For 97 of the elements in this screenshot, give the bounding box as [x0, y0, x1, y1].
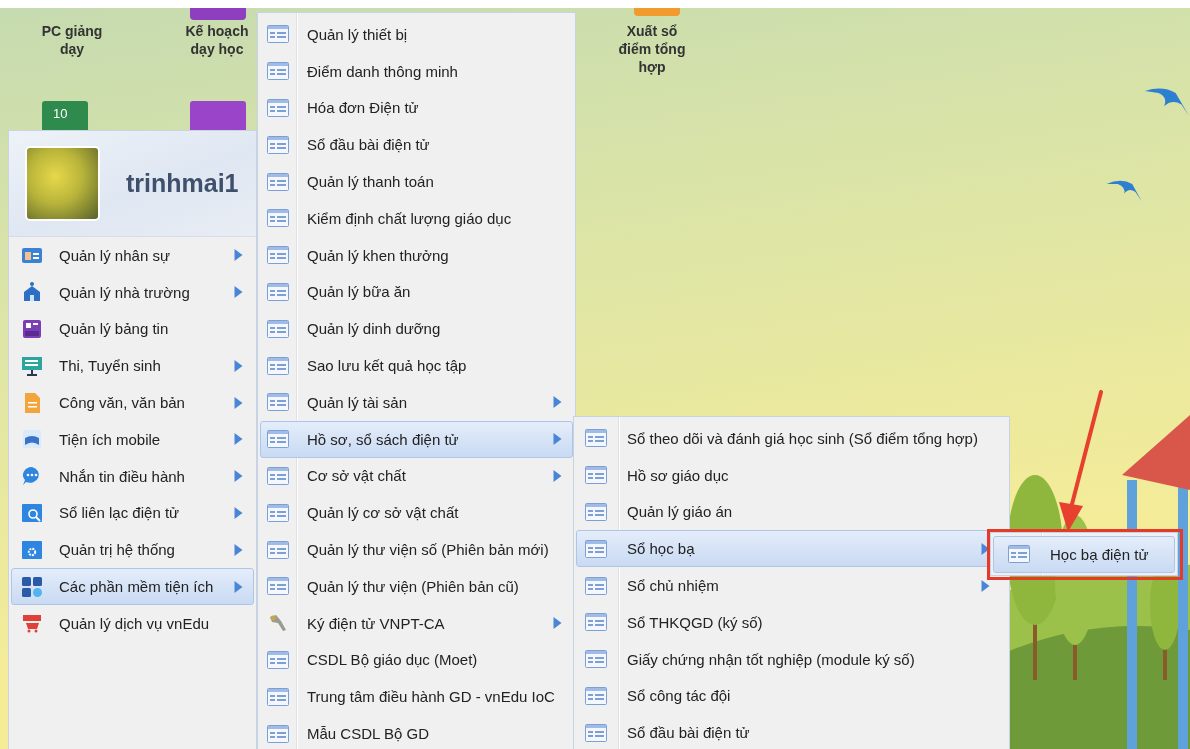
submenu-arrow-icon — [234, 506, 243, 519]
menu-item[interactable]: Mẫu CSDL Bộ GD — [260, 715, 573, 749]
menu-item[interactable]: Sổ công tác đội — [576, 677, 1007, 715]
submenu-arrow-icon — [234, 286, 243, 299]
submenu-arrow-icon — [234, 580, 243, 593]
username: trinhmai1 — [126, 169, 239, 198]
list-window-icon — [267, 577, 289, 596]
menu-item[interactable]: Sổ đầu bài điện tử — [260, 126, 573, 164]
list-window-icon — [585, 466, 607, 485]
menu-item[interactable]: Kiểm định chất lượng giáo dục — [260, 200, 573, 237]
desktop-icon-label[interactable]: PC giảng dạy — [30, 22, 114, 58]
list-window-icon — [267, 135, 289, 154]
app-icon[interactable] — [190, 101, 246, 131]
list-window-icon — [585, 650, 607, 669]
menu-item[interactable]: Quản lý cơ sở vật chất — [260, 494, 573, 532]
list-window-icon — [267, 430, 289, 449]
menu-item[interactable]: Quản lý khen thưởng — [260, 236, 573, 274]
menu-item[interactable]: Quản lý dinh dưỡng — [260, 310, 573, 348]
submenu-arrow-icon — [553, 617, 562, 630]
menu-item[interactable]: Công văn, văn bản — [11, 384, 254, 421]
menu-item[interactable]: Sổ THKQGD (ký số) — [576, 604, 1007, 641]
news-icon — [21, 318, 43, 340]
book-icon — [21, 428, 43, 451]
menu-item[interactable]: Quản lý tài sản — [260, 383, 573, 421]
submenu-arrow-icon — [234, 249, 243, 262]
list-window-icon — [267, 172, 289, 191]
menu-item[interactable]: Quản lý nhà trường — [11, 273, 254, 311]
menu-item[interactable]: CSDL Bộ giáo dục (Moet) — [260, 641, 573, 679]
menu-item[interactable]: Điểm danh thông minh — [260, 52, 573, 90]
list-window-icon — [267, 25, 289, 44]
list-window-icon — [585, 503, 607, 521]
menu-item[interactable]: Trung tâm điều hành GD - vnEdu IoC — [260, 678, 573, 716]
menu-item[interactable]: Sổ theo dõi và đánh giá học sinh (Sổ điểm tổng hợp) — [576, 420, 1007, 457]
menu-item[interactable]: Quản lý dịch vụ vnEdu — [11, 604, 254, 642]
list-window-icon — [585, 686, 607, 705]
list-window-icon — [585, 613, 607, 632]
submenu-arrow-icon — [234, 359, 243, 372]
monitor-icon — [21, 354, 43, 377]
menu-item[interactable]: Sổ đầu bài điện tử — [576, 714, 1007, 749]
list-window-icon — [267, 319, 289, 338]
menu-item[interactable]: Quản lý bữa ăn — [260, 273, 573, 311]
menu-item[interactable]: Tiện ích mobile — [11, 421, 254, 458]
list-window-icon — [267, 503, 289, 522]
submenu-arrow-icon — [553, 396, 562, 409]
menu-item[interactable]: Quản lý giáo án — [576, 493, 1007, 531]
list-window-icon — [267, 466, 289, 485]
menu-item[interactable]: Quản lý thanh toán — [260, 163, 573, 200]
menu-item[interactable]: Hồ sơ giáo dục — [576, 456, 1007, 494]
list-window-icon — [585, 723, 607, 742]
menu-item[interactable]: Cơ sở vật chất — [260, 457, 573, 495]
menu-item[interactable]: Quản lý thiết bị — [260, 16, 573, 53]
menu-item[interactable]: Nhắn tin điều hành — [11, 457, 254, 495]
desktop-icon-label[interactable]: Xuất sổ điểm tổng hợp — [610, 22, 694, 76]
menu-item[interactable]: Hóa đơn Điện tử — [260, 89, 573, 127]
menu-item[interactable]: Thi, Tuyển sinh — [11, 347, 254, 385]
school-icon — [21, 281, 43, 304]
list-window-icon — [267, 540, 289, 559]
submenu-arrow-icon — [981, 542, 990, 555]
list-window-icon — [267, 282, 289, 301]
search-window-icon — [21, 501, 43, 524]
menu-item[interactable]: Học bạ điện tử — [993, 536, 1175, 573]
list-window-icon — [267, 393, 289, 412]
list-window-icon — [267, 62, 289, 81]
list-window-icon — [267, 99, 289, 117]
menu-item[interactable]: Sổ liên lạc điện tử — [11, 494, 254, 532]
menu-item[interactable]: Quản lý thư viện số (Phiên bản mới) — [260, 531, 573, 568]
menu-item[interactable]: Giấy chứng nhận tốt nghiệp (module ký số) — [576, 640, 1007, 678]
list-window-icon — [585, 576, 607, 595]
menu-item[interactable]: Ký điện tử VNPT-CA — [260, 604, 573, 642]
list-window-icon — [267, 650, 289, 669]
submenu-arrow-icon — [234, 470, 243, 483]
menu-item[interactable]: Các phần mềm tiện ích — [11, 568, 254, 605]
menu-item[interactable]: Quản lý thư viện (Phiên bản cũ) — [260, 567, 573, 605]
submenu-arrow-icon — [981, 579, 990, 592]
menu-item[interactable]: Quản lý bảng tin — [11, 310, 254, 348]
gradebook-icon[interactable]: 10 — [42, 101, 88, 131]
menu-item[interactable]: Quản lý nhân sự — [11, 237, 254, 274]
list-window-icon — [267, 356, 289, 375]
submenu-arrow-icon — [234, 396, 243, 409]
list-window-icon — [267, 246, 289, 265]
submenu-arrow-icon — [553, 433, 562, 446]
settings-window-icon — [21, 538, 43, 561]
submenu-arrow-icon — [234, 433, 243, 446]
submenu-arrow-icon — [234, 543, 243, 556]
list-window-icon — [1008, 545, 1030, 564]
list-window-icon — [585, 539, 607, 558]
menu-item[interactable]: Quản trị hệ thống — [11, 531, 254, 569]
menu-item[interactable]: Hồ sơ, sổ sách điện tử — [260, 420, 573, 458]
submenu-arrow-icon — [553, 469, 562, 482]
grid-icon — [21, 575, 43, 598]
menu-item[interactable]: Sao lưu kết quả học tập — [260, 347, 573, 384]
list-window-icon — [267, 687, 289, 706]
list-window-icon — [267, 724, 289, 743]
list-window-icon — [585, 429, 607, 448]
desktop-icon-label[interactable]: Kế hoạch dạy học — [175, 22, 259, 58]
list-window-icon — [267, 209, 289, 228]
shop-icon — [21, 612, 43, 635]
